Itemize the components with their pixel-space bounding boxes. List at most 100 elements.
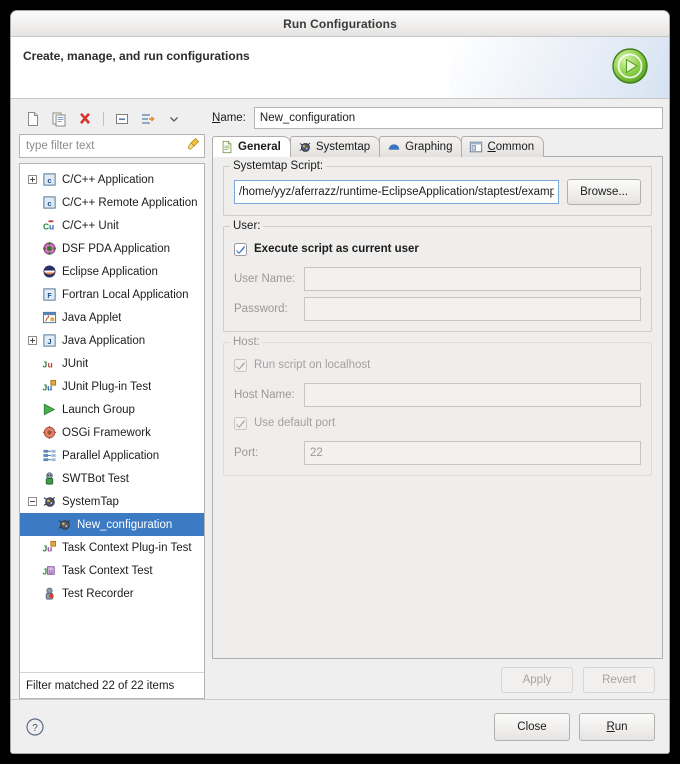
tree-item-java-applet[interactable]: Java Applet bbox=[20, 306, 204, 329]
collapse-twisty-icon[interactable] bbox=[26, 495, 39, 508]
tab-folder: General Systemtap Graphing Common Systemtap… bbox=[212, 136, 663, 659]
tree-item-task-context-plug-in-test[interactable]: Ju Task Context Plug-in Test bbox=[20, 536, 204, 559]
swtbot-icon bbox=[41, 471, 57, 487]
tab-general[interactable]: General bbox=[212, 136, 291, 157]
tree-item-label: SystemTap bbox=[62, 495, 119, 508]
systemtap-icon bbox=[298, 140, 312, 154]
tree-item-c-c-application[interactable]: c C/C++ Application bbox=[20, 168, 204, 191]
configuration-name-input[interactable] bbox=[253, 107, 663, 129]
fortran-icon: F bbox=[41, 287, 57, 303]
tree-item-fortran-local-application[interactable]: F Fortran Local Application bbox=[20, 283, 204, 306]
tab-systemtap[interactable]: Systemtap bbox=[289, 136, 381, 157]
tree-item-label: JUnit Plug-in Test bbox=[62, 380, 152, 393]
user-name-label: User Name: bbox=[234, 273, 296, 285]
tree-item-junit-plug-in-test[interactable]: Ju JUnit Plug-in Test bbox=[20, 375, 204, 398]
tree-item-osgi-framework[interactable]: OSGi Framework bbox=[20, 421, 204, 444]
tree-item-c-c-unit[interactable]: Cu C/C++ Unit bbox=[20, 214, 204, 237]
svg-text:J: J bbox=[42, 566, 47, 576]
parallel-application-icon bbox=[41, 448, 57, 464]
run-on-localhost-row[interactable]: Run script on localhost bbox=[234, 355, 641, 375]
user-name-input[interactable] bbox=[304, 267, 641, 291]
use-default-port-checkbox[interactable] bbox=[234, 416, 247, 430]
launch-group-icon bbox=[41, 402, 57, 418]
browse-button[interactable]: Browse... bbox=[567, 179, 641, 205]
execute-as-current-user-row[interactable]: Execute script as current user bbox=[234, 239, 641, 259]
c-application-icon: c bbox=[41, 172, 57, 188]
panel-sash[interactable] bbox=[205, 107, 212, 699]
duplicate-configuration-icon[interactable] bbox=[48, 109, 70, 129]
apply-revert-row: Apply Revert bbox=[212, 659, 663, 699]
tree-item-label: JUnit bbox=[62, 357, 89, 370]
tree-item-test-recorder[interactable]: Test Recorder bbox=[20, 582, 204, 605]
tree-item-launch-group[interactable]: Launch Group bbox=[20, 398, 204, 421]
script-row: Browse... bbox=[234, 179, 641, 205]
port-input[interactable] bbox=[304, 441, 641, 465]
svg-text:F: F bbox=[47, 293, 52, 300]
expand-twisty-icon[interactable] bbox=[26, 173, 39, 186]
banner-title: Create, manage, and run configurations bbox=[23, 49, 250, 63]
tree-item-label: OSGi Framework bbox=[62, 426, 151, 439]
tree-item-dsf-pda-application[interactable]: DSF PDA Application bbox=[20, 237, 204, 260]
use-default-port-row[interactable]: Use default port bbox=[234, 413, 641, 433]
delete-configuration-icon[interactable] bbox=[74, 109, 96, 129]
tree-item-systemtap[interactable]: SystemTap bbox=[20, 490, 204, 513]
svg-text:?: ? bbox=[32, 723, 38, 734]
tab-label: Graphing bbox=[405, 141, 453, 153]
general-tab-panel: Systemtap Script: Browse... User: bbox=[212, 156, 663, 659]
tab-label: Common bbox=[487, 141, 535, 153]
graphing-icon bbox=[387, 140, 401, 154]
filter-configurations-icon[interactable] bbox=[137, 109, 159, 129]
tree-item-label: C/C++ Unit bbox=[62, 219, 119, 232]
name-row: Name: bbox=[212, 107, 663, 129]
junit-plugin-icon: Ju bbox=[41, 379, 57, 395]
apply-button[interactable]: Apply bbox=[501, 667, 573, 693]
clear-filter-broom-icon[interactable] bbox=[186, 137, 200, 156]
tree-item-eclipse-application[interactable]: Eclipse Application bbox=[20, 260, 204, 283]
svg-text:c: c bbox=[47, 199, 51, 208]
tree-item-junit[interactable]: Ju JUnit bbox=[20, 352, 204, 375]
host-name-input[interactable] bbox=[304, 383, 641, 407]
tab-common[interactable]: Common bbox=[461, 136, 545, 157]
systemtap-script-input[interactable] bbox=[234, 180, 560, 204]
tree-item-swtbot-test[interactable]: SWTBot Test bbox=[20, 467, 204, 490]
close-button[interactable]: Close bbox=[494, 712, 570, 741]
tab-graphing[interactable]: Graphing bbox=[379, 136, 463, 157]
run-on-localhost-checkbox[interactable] bbox=[234, 358, 247, 372]
filter-box[interactable] bbox=[19, 134, 205, 158]
new-configuration-icon[interactable] bbox=[22, 109, 44, 129]
cunit-icon: Cu bbox=[41, 218, 57, 234]
execute-as-current-user-label: Execute script as current user bbox=[254, 243, 419, 255]
run-on-localhost-label: Run script on localhost bbox=[254, 359, 371, 371]
tree-item-task-context-test[interactable]: Ju Task Context Test bbox=[20, 559, 204, 582]
host-group: Host: Run script on localhost Host Name:… bbox=[223, 336, 652, 476]
tree-toolbar bbox=[19, 107, 205, 131]
collapse-all-icon[interactable] bbox=[111, 109, 133, 129]
password-input[interactable] bbox=[304, 297, 641, 321]
task-context-icon: Ju bbox=[41, 563, 57, 579]
view-menu-chevron-icon[interactable] bbox=[163, 109, 185, 129]
name-label: Name: bbox=[212, 112, 246, 124]
tree-item-parallel-application[interactable]: Parallel Application bbox=[20, 444, 204, 467]
configurations-tree-container: c C/C++ Application c C/C++ Remote Applicat… bbox=[19, 163, 205, 699]
dialog-body: c C/C++ Application c C/C++ Remote Applicat… bbox=[11, 99, 669, 699]
tree-item-new-configuration[interactable]: New_configuration bbox=[20, 513, 204, 536]
general-document-icon bbox=[220, 140, 234, 154]
execute-as-current-user-checkbox[interactable] bbox=[234, 242, 247, 256]
task-context-plugin-icon: Ju bbox=[41, 540, 57, 556]
svg-text:u: u bbox=[47, 359, 52, 369]
search-input[interactable] bbox=[26, 140, 186, 152]
configurations-tree[interactable]: c C/C++ Application c C/C++ Remote Applicat… bbox=[20, 164, 204, 672]
port-label: Port: bbox=[234, 447, 259, 459]
tree-item-c-c-remote-application[interactable]: c C/C++ Remote Application bbox=[20, 191, 204, 214]
svg-text:J: J bbox=[47, 337, 51, 346]
password-row: Password: bbox=[234, 297, 641, 321]
tree-item-java-application[interactable]: J Java Application bbox=[20, 329, 204, 352]
run-button[interactable]: Run bbox=[579, 712, 655, 741]
revert-button[interactable]: Revert bbox=[583, 667, 655, 693]
help-question-icon[interactable]: ? bbox=[25, 717, 45, 737]
tree-item-label: Java Application bbox=[62, 334, 146, 347]
java-application-icon: J bbox=[41, 333, 57, 349]
tab-strip: General Systemtap Graphing Common bbox=[212, 136, 663, 157]
tree-item-label: Java Applet bbox=[62, 311, 122, 324]
expand-twisty-icon[interactable] bbox=[26, 334, 39, 347]
